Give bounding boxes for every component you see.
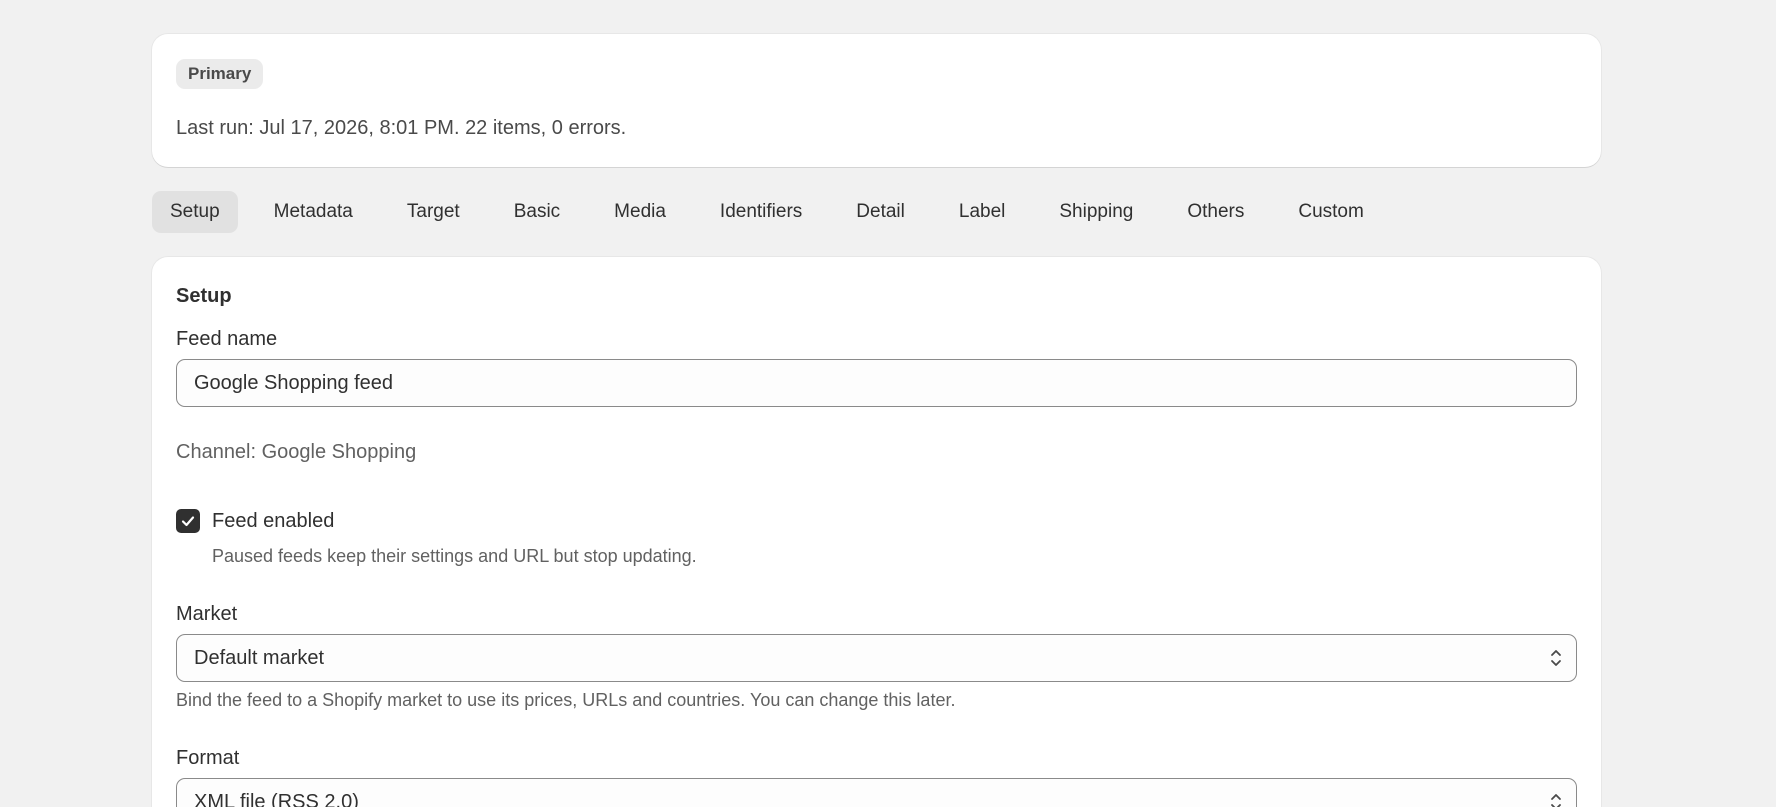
page: Primary Last run: Jul 17, 2026, 8:01 PM.… — [0, 0, 1776, 807]
format-select-value: XML file (RSS 2.0) — [194, 791, 359, 807]
tab-others[interactable]: Others — [1169, 191, 1262, 233]
tab-setup[interactable]: Setup — [152, 191, 238, 233]
tab-label[interactable]: Label — [941, 191, 1024, 233]
format-select[interactable]: XML file (RSS 2.0) — [176, 778, 1577, 807]
feed-enabled-row: Feed enabled — [176, 508, 334, 534]
format-label: Format — [176, 747, 240, 769]
primary-badge: Primary — [176, 59, 264, 89]
tab-custom[interactable]: Custom — [1280, 191, 1381, 233]
status-card: Primary Last run: Jul 17, 2026, 8:01 PM.… — [152, 34, 1601, 167]
checkmark-icon — [181, 516, 195, 527]
setup-title: Setup — [176, 285, 232, 307]
feed-enabled-label: Feed enabled — [212, 510, 335, 532]
channel-text: Channel: Google Shopping — [176, 441, 417, 463]
market-label: Market — [176, 603, 238, 625]
market-help: Bind the feed to a Shopify market to use… — [176, 690, 956, 710]
tab-detail[interactable]: Detail — [838, 191, 923, 233]
market-select[interactable]: Default market — [176, 634, 1577, 682]
setup-card: Setup Feed name Channel: Google Shopping… — [152, 257, 1601, 807]
tab-metadata[interactable]: Metadata — [256, 191, 371, 233]
tab-identifiers[interactable]: Identifiers — [702, 191, 820, 233]
tab-shipping[interactable]: Shipping — [1041, 191, 1151, 233]
last-run-text: Last run: Jul 17, 2026, 8:01 PM. 22 item… — [176, 117, 627, 139]
tab-basic[interactable]: Basic — [496, 191, 578, 233]
feed-name-input[interactable] — [176, 359, 1577, 407]
tab-bar: Setup Metadata Target Basic Media Identi… — [152, 191, 1400, 233]
feed-enabled-checkbox[interactable] — [176, 509, 200, 533]
tab-media[interactable]: Media — [596, 191, 684, 233]
feed-name-label: Feed name — [176, 328, 278, 350]
feed-enabled-help: Paused feeds keep their settings and URL… — [212, 546, 697, 566]
chevron-up-down-icon — [1551, 650, 1561, 666]
market-select-value: Default market — [194, 647, 325, 669]
chevron-up-down-icon — [1551, 794, 1561, 807]
tab-target[interactable]: Target — [389, 191, 478, 233]
